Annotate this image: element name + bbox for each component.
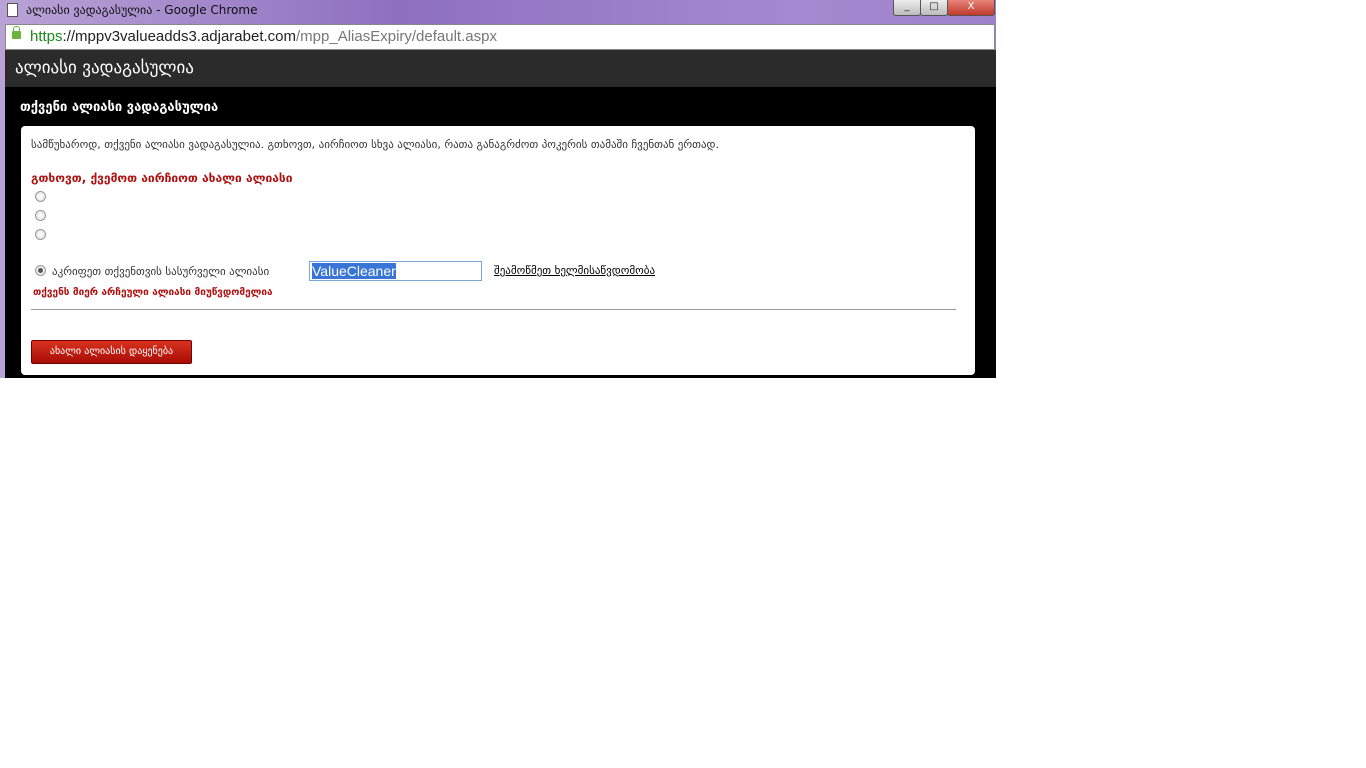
alias-error: თქვენს მიერ არჩეული ალიასი მიუწვდომელია (33, 287, 273, 298)
maximize-button[interactable]: □ (920, 0, 948, 16)
section-title: თქვენი ალიასი ვადაგასულია (20, 100, 219, 115)
alias-option-radio-3[interactable] (35, 229, 46, 240)
custom-alias-radio[interactable] (35, 265, 46, 276)
lock-icon (12, 26, 21, 39)
custom-alias-label: აკრიფეთ თქვენთვის სასურველი ალიასი (52, 265, 270, 278)
close-button[interactable]: X (947, 0, 995, 16)
browser-window: ალიასი ვადაგასულია - Google Chrome _ □ X… (0, 0, 996, 378)
title-bar: ალიასი ვადაგასულია - Google Chrome _ □ X (0, 0, 996, 22)
window-title: ალიასი ვადაგასულია - Google Chrome (26, 3, 258, 17)
expiry-message: სამწუხაროდ, თქვენი ალიასი ვადაგასულია. გ… (31, 138, 720, 151)
alias-panel: სამწუხაროდ, თქვენი ალიასი ვადაგასულია. გ… (21, 126, 975, 375)
url-text[interactable]: https://mppv3valueadds3.adjarabet.com/mp… (30, 28, 497, 45)
alias-input[interactable]: ValueCleaner (309, 261, 482, 281)
set-new-alias-button[interactable]: ახალი ალიასის დაყენება (31, 340, 192, 364)
alias-option-radio-2[interactable] (35, 210, 46, 221)
divider (31, 309, 956, 310)
alias-option-radio-1[interactable] (35, 191, 46, 202)
page-header: ალიასი ვადაგასულია (5, 50, 996, 87)
choose-prompt: გთხოვთ, ქვემოთ აირჩიოთ ახალი ალიასი (31, 171, 293, 185)
check-availability-link[interactable]: შეამოწმეთ ხელმისაწვდომობა (494, 264, 655, 277)
page-content: ალიასი ვადაგასულია თქვენი ალიასი ვადაგას… (5, 50, 996, 378)
minimize-button[interactable]: _ (893, 0, 921, 16)
address-bar[interactable]: https://mppv3valueadds3.adjarabet.com/mp… (5, 24, 995, 50)
page-icon (7, 3, 18, 17)
